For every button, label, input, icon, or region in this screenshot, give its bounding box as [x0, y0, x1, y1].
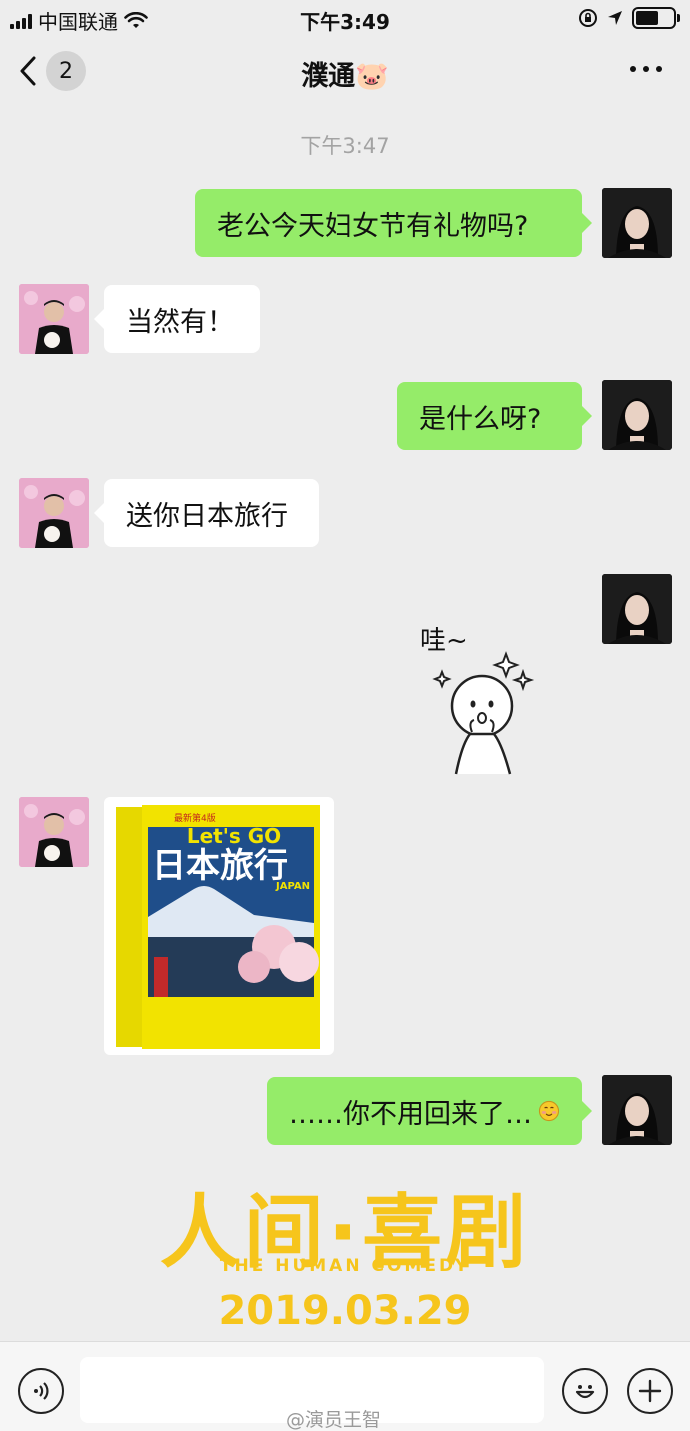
my-avatar[interactable]	[602, 574, 672, 644]
message-text: 是什么呀?	[419, 403, 542, 435]
status-right	[578, 7, 680, 29]
my-message-bubble[interactable]: 是什么呀?	[397, 382, 592, 450]
voice-icon	[34, 1382, 49, 1400]
my-avatar[interactable]	[602, 380, 672, 450]
my-message-bubble[interactable]: 老公今天妇女节有礼物吗?	[195, 189, 592, 257]
more-options-button[interactable]	[630, 66, 662, 72]
my-avatar[interactable]	[602, 188, 672, 258]
location-icon	[608, 11, 622, 25]
image-message[interactable]: Let's GO 最新第4版 日本旅行 JAPAN	[104, 797, 334, 1055]
message-text: 当然有！	[126, 306, 234, 338]
emoji-face-icon	[575, 1385, 595, 1399]
weibo-credit-watermark: @演员王智	[286, 1409, 382, 1431]
status-bar: 中国联通 下午3:49	[0, 0, 690, 36]
message-text: ……你不用回来了…	[289, 1098, 532, 1130]
contact-avatar[interactable]	[19, 284, 89, 354]
smile-emoji-icon	[538, 1100, 560, 1122]
sticker-message[interactable]: 哇~	[418, 620, 538, 780]
voice-input-button[interactable]	[18, 1368, 64, 1414]
message-timestamp: 下午3:47	[300, 134, 390, 158]
surprised-sticker-icon	[432, 651, 535, 775]
message-text: 老公今天妇女节有礼物吗?	[217, 210, 529, 242]
battery-fill	[636, 11, 658, 25]
my-message-bubble[interactable]: ……你不用回来了…	[267, 1077, 592, 1145]
more-actions-button[interactable]	[627, 1368, 673, 1414]
message-text: 送你日本旅行	[126, 500, 288, 532]
emoji-button[interactable]	[562, 1368, 608, 1414]
orientation-lock-icon	[579, 9, 597, 27]
contact-avatar[interactable]	[19, 797, 89, 867]
contact-message-bubble[interactable]: 当然有！	[94, 285, 260, 353]
my-avatar[interactable]	[602, 1075, 672, 1145]
book-edition: 最新第4版	[174, 812, 216, 824]
book-subtitle: JAPAN	[275, 881, 310, 892]
movie-subtitle-overlay: THE HUMAN COMEDY	[219, 1256, 471, 1276]
japan-travel-book-image: Let's GO 最新第4版 日本旅行 JAPAN	[116, 805, 320, 1049]
release-date-overlay: 2019.03.29	[218, 1288, 472, 1334]
chat-header: 2 濮通🐷	[0, 40, 690, 102]
contact-message-bubble[interactable]: 送你日本旅行	[94, 479, 319, 547]
book-brand: Let's GO	[187, 824, 281, 848]
book-title: 日本旅行	[152, 846, 288, 886]
contact-name: 濮通🐷	[301, 61, 389, 92]
plus-icon	[638, 1379, 662, 1403]
battery-icon	[632, 7, 680, 29]
contact-avatar[interactable]	[19, 478, 89, 548]
